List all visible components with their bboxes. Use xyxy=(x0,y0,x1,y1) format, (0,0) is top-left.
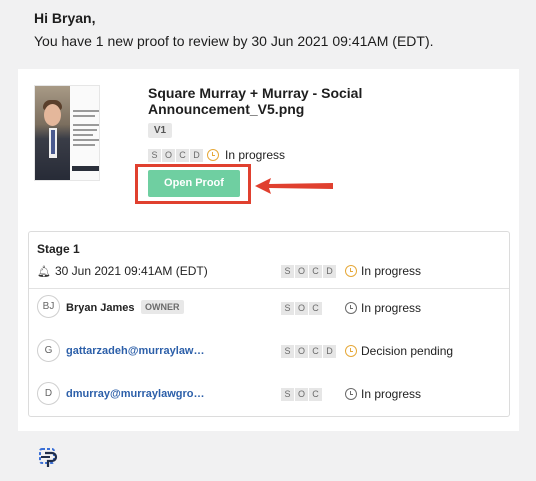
annotation-arrow-icon xyxy=(255,178,333,194)
decision-indicators: S O C D xyxy=(148,148,203,162)
socd-s: S xyxy=(281,344,294,358)
socd-c: C xyxy=(309,301,322,315)
proof-title[interactable]: Square Murray + Murray - Social Announce… xyxy=(148,85,478,117)
clock-icon xyxy=(345,265,357,277)
avatar: D xyxy=(37,382,60,405)
thumbnail-text-line xyxy=(73,134,93,136)
socd-s: S xyxy=(281,264,294,278)
socd-c: C xyxy=(309,387,322,401)
proof-thumbnail[interactable] xyxy=(34,85,100,181)
open-proof-button[interactable]: Open Proof xyxy=(148,170,240,197)
clock-icon xyxy=(345,345,357,357)
socd-o: O xyxy=(295,301,308,315)
clock-icon xyxy=(207,149,219,161)
socd-d: D xyxy=(323,344,336,358)
socd-c: C xyxy=(176,148,189,162)
app-logo-icon xyxy=(39,448,58,467)
socd-d: D xyxy=(190,148,203,162)
intro-text: You have 1 new proof to review by 30 Jun… xyxy=(34,33,434,49)
decision-indicators: S O C D xyxy=(281,344,336,358)
reviewer-name: Bryan James xyxy=(66,302,135,314)
status-text: Decision pending xyxy=(361,344,454,358)
clock-icon xyxy=(345,302,357,314)
decision-indicators: S O C xyxy=(281,387,322,401)
socd-s: S xyxy=(281,301,294,315)
thumbnail-text-line xyxy=(73,144,95,146)
thumbnail-text-line xyxy=(73,139,99,141)
bell-icon: 🔔︎ xyxy=(37,265,51,278)
reviewer-status: S O C In progress xyxy=(281,387,421,401)
socd-o: O xyxy=(162,148,175,162)
greeting: Hi Bryan, xyxy=(34,10,96,26)
status-text: In progress xyxy=(361,301,422,315)
thumbnail-face xyxy=(44,104,61,126)
owner-badge: OWNER xyxy=(141,300,184,314)
status-text: In progress xyxy=(225,148,286,162)
stage-status: S O C D In progress xyxy=(281,264,421,278)
decision-indicators: S O C D xyxy=(281,264,336,278)
thumbnail-text-line xyxy=(73,124,99,126)
reviewer-email[interactable]: dmurray@murraylawgro… xyxy=(66,388,205,400)
thumbnail-logo xyxy=(72,166,99,171)
decision-indicators: S O C xyxy=(281,301,322,315)
proof-card: Square Murray + Murray - Social Announce… xyxy=(18,69,519,431)
socd-s: S xyxy=(148,148,161,162)
thumbnail-text-line xyxy=(73,110,99,112)
version-badge: V1 xyxy=(148,123,172,138)
thumbnail-text-line xyxy=(73,115,95,117)
proof-status: S O C D In progress xyxy=(148,148,285,162)
status-text: In progress xyxy=(361,264,422,278)
socd-o: O xyxy=(295,387,308,401)
avatar: G xyxy=(37,339,60,362)
divider xyxy=(29,288,509,289)
socd-c: C xyxy=(309,344,322,358)
socd-d: D xyxy=(323,264,336,278)
clock-icon xyxy=(345,388,357,400)
avatar: BJ xyxy=(37,295,60,318)
stage-panel: Stage 1 🔔︎ 30 Jun 2021 09:41AM (EDT) S O… xyxy=(28,231,510,417)
socd-c: C xyxy=(309,264,322,278)
socd-o: O xyxy=(295,264,308,278)
thumbnail-tie xyxy=(51,130,55,154)
thumbnail-text-line xyxy=(73,129,97,131)
stage-deadline: 🔔︎ 30 Jun 2021 09:41AM (EDT) xyxy=(37,264,208,278)
reviewer-email[interactable]: gattarzadeh@murraylaw… xyxy=(66,345,205,357)
stage-name: Stage 1 xyxy=(37,242,80,256)
stage-date-text: 30 Jun 2021 09:41AM (EDT) xyxy=(54,264,208,278)
socd-s: S xyxy=(281,387,294,401)
reviewer-status: S O C D Decision pending xyxy=(281,344,453,358)
reviewer-status: S O C In progress xyxy=(281,301,421,315)
status-text: In progress xyxy=(361,387,422,401)
socd-o: O xyxy=(295,344,308,358)
